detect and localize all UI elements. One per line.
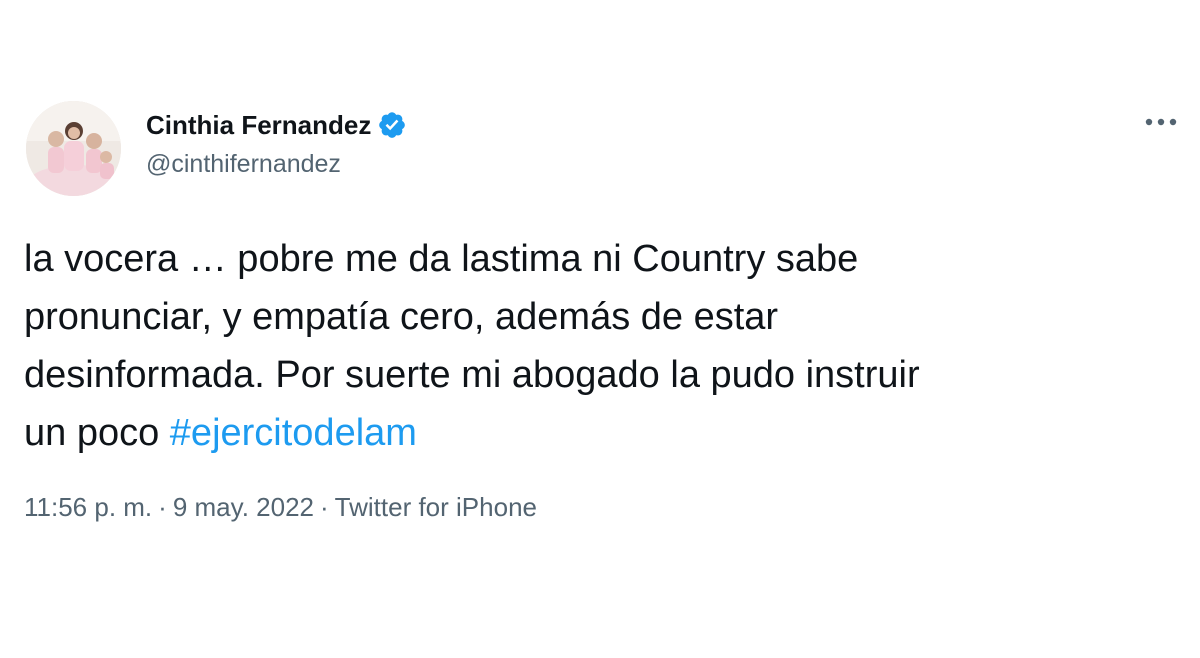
- tweet-metadata: 11:56 p. m. · 9 may. 2022 · Twitter for …: [24, 492, 537, 523]
- tweet-date[interactable]: 9 may. 2022: [173, 492, 314, 523]
- tweet-card: Cinthia Fernandez @cinthifernandez la vo…: [0, 0, 1200, 658]
- more-options-button[interactable]: [1142, 108, 1180, 136]
- verified-badge-icon: [379, 112, 406, 138]
- meta-separator: ·: [158, 492, 167, 522]
- tweet-text: la vocera … pobre me da lastima ni Count…: [24, 230, 1164, 462]
- profile-avatar[interactable]: [26, 101, 121, 196]
- hashtag-link[interactable]: #ejercitodelam: [170, 412, 417, 454]
- more-options-icon: [1145, 118, 1177, 126]
- author-display-name[interactable]: Cinthia Fernandez: [146, 110, 371, 141]
- tweet-text-line: un poco #ejercitodelam: [24, 404, 1164, 462]
- tweet-text-line: desinformada. Por suerte mi abogado la p…: [24, 354, 920, 396]
- author-row: Cinthia Fernandez: [146, 107, 407, 143]
- author-handle[interactable]: @cinthifernandez: [146, 150, 341, 179]
- tweet-time[interactable]: 11:56 p. m.: [24, 492, 152, 523]
- profile-photo-icon: [26, 101, 121, 196]
- tweet-text-line: la vocera … pobre me da lastima ni Count…: [24, 238, 859, 280]
- meta-separator: ·: [320, 492, 329, 522]
- tweet-text-fragment: un poco: [24, 412, 170, 454]
- tweet-text-line: pronunciar, y empatía cero, además de es…: [24, 296, 779, 338]
- tweet-source[interactable]: Twitter for iPhone: [335, 492, 537, 523]
